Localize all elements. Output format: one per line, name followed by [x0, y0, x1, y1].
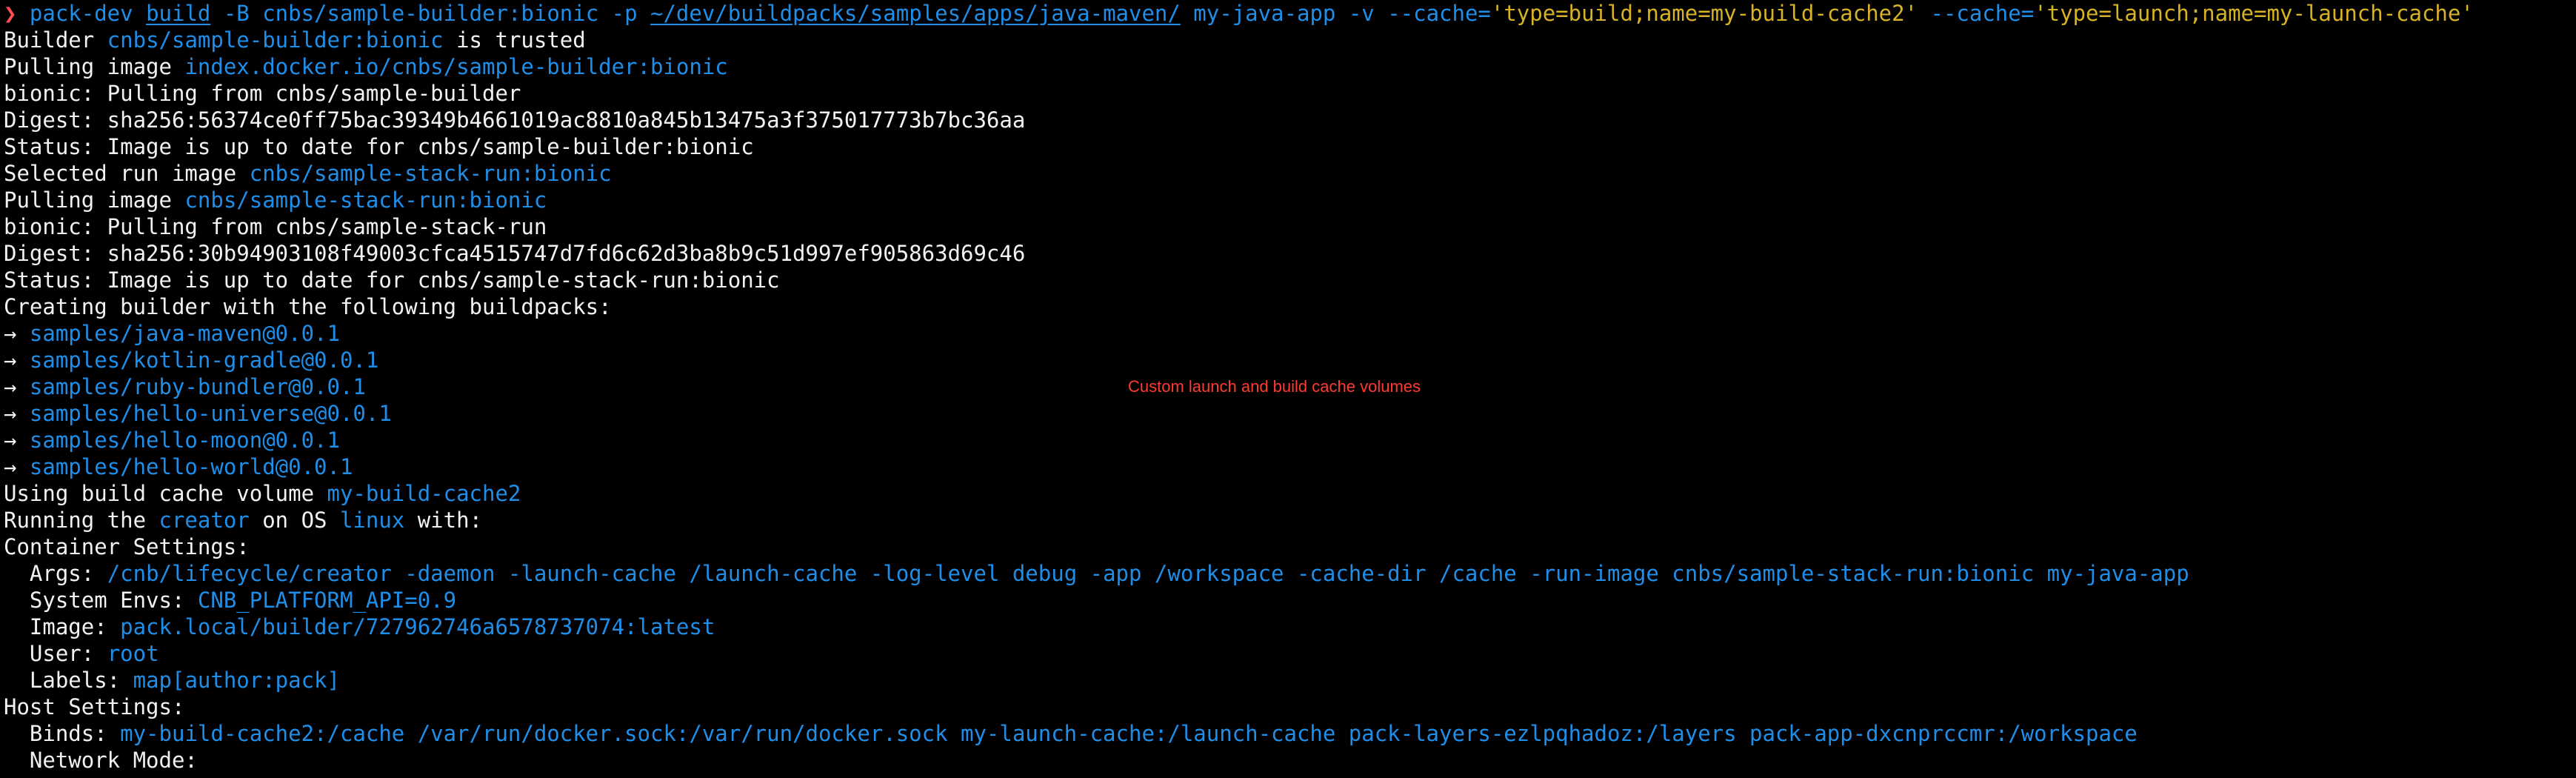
terminal-text-segment: Network Mode:: [4, 748, 198, 773]
terminal-line: Creating builder with the following buil…: [4, 293, 2574, 320]
terminal-text-segment: my-java-app -v --cache=: [1180, 1, 1491, 26]
terminal-text-segment: with:: [404, 508, 483, 533]
terminal-text-segment: index.docker.io/cnbs/sample-builder:bion…: [184, 54, 728, 79]
terminal-line: Selected run image cnbs/sample-stack-run…: [4, 160, 2574, 187]
terminal-text-segment: my-build-cache2: [327, 481, 521, 506]
terminal-text-segment: Binds:: [4, 721, 121, 746]
terminal-text-segment: bionic: Pulling from cnbs/sample-builder: [4, 81, 521, 106]
terminal-text-segment: creator: [159, 508, 250, 533]
terminal-line: → samples/hello-moon@0.0.1: [4, 427, 2574, 453]
terminal-text-segment: samples/kotlin-gradle@0.0.1: [29, 348, 379, 373]
terminal-line: → samples/kotlin-gradle@0.0.1: [4, 347, 2574, 373]
terminal-text-segment: on OS: [249, 508, 340, 533]
terminal-line: → samples/java-maven@0.0.1: [4, 320, 2574, 347]
terminal-text-segment: Pulling image: [4, 54, 185, 79]
terminal-text-segment: pack-dev: [29, 1, 147, 26]
terminal-text-segment: Args:: [4, 561, 107, 586]
terminal-text-segment: →: [4, 321, 30, 346]
terminal-line: ❯ pack-dev build -B cnbs/sample-builder:…: [4, 0, 2574, 27]
terminal-text-segment: →: [4, 374, 30, 399]
terminal-text-segment: →: [4, 401, 30, 426]
prompt-symbol: ❯: [4, 1, 30, 26]
terminal-text-segment: pack.local/builder/727962746a6578737074:…: [120, 614, 715, 639]
terminal-line: Pulling image index.docker.io/cnbs/sampl…: [4, 53, 2574, 80]
terminal-text-segment: samples/ruby-bundler@0.0.1: [29, 374, 366, 399]
terminal-text-segment: build: [146, 1, 211, 26]
terminal-text-segment: samples/hello-moon@0.0.1: [29, 428, 340, 453]
terminal-line: Container Settings:: [4, 533, 2574, 560]
terminal-text-segment: Creating builder with the following buil…: [4, 294, 612, 319]
terminal-text-segment: Selected run image: [4, 161, 250, 186]
terminal-text-segment: System Envs:: [4, 588, 198, 613]
terminal-line: Builder cnbs/sample-builder:bionic is tr…: [4, 27, 2574, 53]
terminal-line: Network Mode:: [4, 747, 2574, 774]
terminal-text-segment: samples/hello-world@0.0.1: [29, 454, 353, 479]
terminal-line: Using build cache volume my-build-cache2: [4, 480, 2574, 507]
terminal-text-segment: Using build cache volume: [4, 481, 327, 506]
terminal-text-segment: Builder: [4, 27, 107, 53]
terminal-text-segment: -B cnbs/sample-builder:bionic -p: [210, 1, 650, 26]
terminal-text-segment: /cnb/lifecycle/creator -daemon -launch-c…: [107, 561, 2189, 586]
terminal-text-segment: map[author:pack]: [133, 668, 340, 693]
terminal-line: Digest: sha256:30b94903108f49003cfca4515…: [4, 240, 2574, 267]
terminal-text-segment: is trusted: [443, 27, 586, 53]
terminal-line: Status: Image is up to date for cnbs/sam…: [4, 267, 2574, 293]
terminal-text-segment: my-build-cache2:/cache /var/run/docker.s…: [120, 721, 2138, 746]
terminal-line: bionic: Pulling from cnbs/sample-builder: [4, 80, 2574, 107]
terminal-line: → samples/hello-universe@0.0.1: [4, 400, 2574, 427]
terminal-text-segment: Running the: [4, 508, 159, 533]
terminal-text-segment: CNB_PLATFORM_API=0.9: [197, 588, 457, 613]
terminal-line: bionic: Pulling from cnbs/sample-stack-r…: [4, 213, 2574, 240]
terminal-line: → samples/hello-world@0.0.1: [4, 453, 2574, 480]
terminal-line: User: root: [4, 640, 2574, 667]
terminal-text-segment: linux: [339, 508, 405, 533]
terminal-text-segment: →: [4, 428, 30, 453]
terminal-line: Pulling image cnbs/sample-stack-run:bion…: [4, 187, 2574, 213]
terminal-text-segment: User:: [4, 641, 107, 666]
terminal-line: System Envs: CNB_PLATFORM_API=0.9: [4, 587, 2574, 614]
terminal-text-segment: Pulling image: [4, 187, 185, 213]
terminal-text-segment: cnbs/sample-stack-run:bionic: [184, 187, 547, 213]
terminal-text-segment: Digest: sha256:56374ce0ff75bac39349b4661…: [4, 107, 1026, 133]
terminal-text-segment: Container Settings:: [4, 534, 250, 559]
terminal-text-segment: --cache=: [1918, 1, 2035, 26]
terminal-line: Binds: my-build-cache2:/cache /var/run/d…: [4, 720, 2574, 747]
terminal-text-segment: 'type=launch;name=my-launch-cache': [2034, 1, 2474, 26]
terminal-text-segment: samples/java-maven@0.0.1: [29, 321, 340, 346]
terminal-text-segment: Status: Image is up to date for cnbs/sam…: [4, 134, 754, 159]
terminal-line: Running the creator on OS linux with:: [4, 507, 2574, 533]
terminal-text-segment: Status: Image is up to date for cnbs/sam…: [4, 267, 780, 293]
terminal-text-segment: Image:: [4, 614, 121, 639]
terminal-line: Status: Image is up to date for cnbs/sam…: [4, 133, 2574, 160]
terminal-text-segment: →: [4, 454, 30, 479]
terminal-text-segment: Host Settings:: [4, 694, 185, 719]
terminal-line: Image: pack.local/builder/727962746a6578…: [4, 614, 2574, 640]
terminal-line: Host Settings:: [4, 694, 2574, 720]
terminal-text-segment: Labels:: [4, 668, 133, 693]
terminal-text-segment: cnbs/sample-stack-run:bionic: [249, 161, 612, 186]
annotation-label: Custom launch and build cache volumes: [1128, 377, 1421, 396]
terminal-line: Args: /cnb/lifecycle/creator -daemon -la…: [4, 560, 2574, 587]
terminal-line: Digest: sha256:56374ce0ff75bac39349b4661…: [4, 107, 2574, 133]
terminal-text-segment: ~/dev/buildpacks/samples/apps/java-maven…: [650, 1, 1181, 26]
terminal-text-segment: 'type=build;name=my-build-cache2': [1490, 1, 1918, 26]
terminal-text-segment: cnbs/sample-builder:bionic: [107, 27, 444, 53]
terminal-text-segment: samples/hello-universe@0.0.1: [29, 401, 392, 426]
terminal-text-segment: →: [4, 348, 30, 373]
terminal-text-segment: Digest: sha256:30b94903108f49003cfca4515…: [4, 241, 1026, 266]
terminal-line: Labels: map[author:pack]: [4, 667, 2574, 694]
terminal-text-segment: root: [107, 641, 159, 666]
terminal-text-segment: bionic: Pulling from cnbs/sample-stack-r…: [4, 214, 547, 239]
